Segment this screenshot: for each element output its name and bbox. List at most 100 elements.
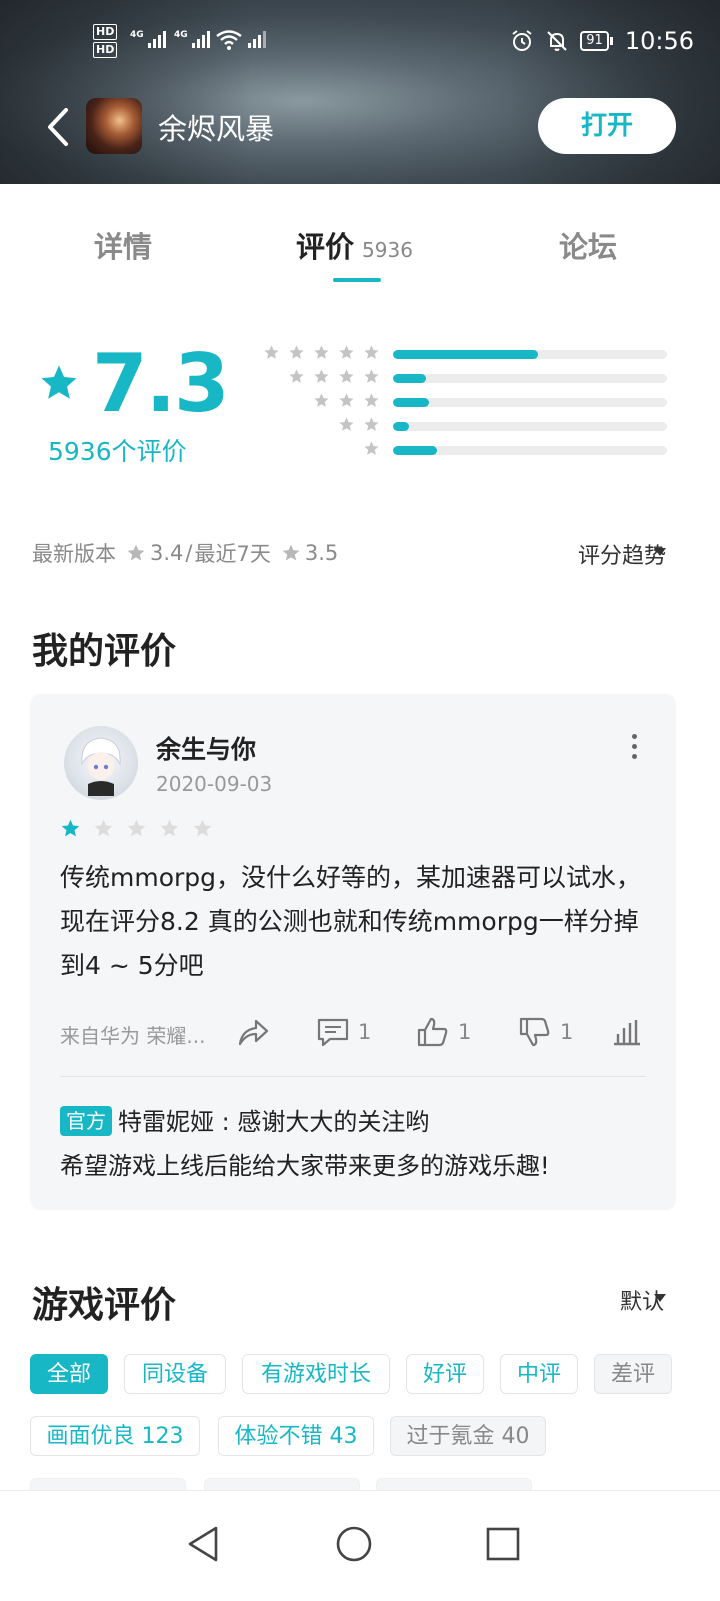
filter-positive[interactable]: 好评 [406, 1354, 484, 1394]
latest-version-score: 3.4 [150, 541, 184, 565]
distribution-bar [393, 422, 667, 431]
distribution-bar-fill [393, 374, 426, 383]
tab-details[interactable]: 详情 [94, 224, 152, 266]
review-text: 传统mmorpg，没什么好等的，某加速器可以试水，现在评分8.2 真的公测也就和… [60, 863, 642, 980]
caret-down-icon[interactable] [654, 548, 666, 556]
network-label-1: 4G [130, 30, 144, 40]
distribution-row-5 [250, 344, 670, 364]
nav-back-icon[interactable] [186, 1525, 220, 1563]
user-name[interactable]: 余生与你 [156, 730, 256, 766]
tab-reviews-count: 5936 [362, 238, 413, 262]
battery-level: 91 [580, 31, 609, 51]
more-vertical-icon[interactable] [630, 734, 638, 762]
tag-pay-to-win[interactable]: 过于氪金 40 [390, 1416, 546, 1456]
comment-icon [317, 1018, 349, 1047]
app-header: HD HD 4G 4G 91 10:56 余烬风暴 打开 [0, 0, 720, 184]
distribution-bar [393, 374, 667, 383]
my-review-card: 余生与你 2020-09-03 传统mmorpg，没什么好等的，某加速器可以试水… [30, 694, 676, 1210]
average-score: 7.3 [92, 337, 230, 430]
share-button[interactable] [236, 1016, 270, 1048]
star-icon [289, 345, 304, 359]
game-icon[interactable] [86, 98, 142, 154]
star-icon [94, 819, 113, 837]
official-reply: 官方 特雷妮娅 : 感谢大大的关注哟 希望游戏上线后能给大家带来更多的游戏乐趣! [60, 1100, 650, 1188]
nav-home-icon[interactable] [335, 1525, 373, 1563]
distribution-bar-fill [393, 446, 437, 455]
filter-has-playtime[interactable]: 有游戏时长 [242, 1354, 390, 1394]
hd-label-2: HD [93, 42, 117, 58]
star-icon [364, 369, 379, 383]
status-right: 91 10:56 [510, 27, 694, 55]
avatar-illustration [81, 737, 121, 796]
rating-trend-dropdown[interactable]: 评分趋势 [578, 538, 666, 570]
filter-same-device[interactable]: 同设备 [124, 1354, 226, 1394]
tab-forum[interactable]: 论坛 [559, 224, 617, 266]
distribution-bar-fill [393, 422, 410, 431]
distribution-row-2 [250, 416, 670, 436]
filter-negative[interactable]: 差评 [594, 1354, 672, 1394]
stats-button[interactable] [610, 1016, 644, 1048]
filter-neutral[interactable]: 中评 [500, 1354, 578, 1394]
star-icon [364, 417, 379, 431]
comment-count: 1 [358, 1020, 372, 1044]
review-count: 5936个评价 [48, 437, 187, 466]
star-icon [314, 393, 329, 407]
distribution-stars [313, 392, 380, 409]
caret-down-icon[interactable] [654, 1294, 666, 1302]
dislike-button[interactable]: 1 [518, 1016, 573, 1048]
avatar[interactable] [64, 726, 138, 800]
version-rating: 最新版本 3.4 / 最近7天 3.5 [32, 538, 338, 568]
latest-version-label: 最新版本 [32, 542, 116, 566]
signal-icon-3 [248, 30, 266, 48]
distribution-row-4 [250, 368, 670, 388]
card-divider [60, 1076, 646, 1077]
distribution-bar [393, 350, 667, 359]
tab-reviews-label: 评价 [296, 230, 355, 264]
mute-bell-icon [547, 31, 567, 51]
my-review-stars [60, 818, 213, 839]
filter-all[interactable]: 全部 [30, 1354, 108, 1394]
star-icon [314, 369, 329, 383]
distribution-row-3 [250, 392, 670, 412]
official-reply-line1: 特雷妮娅 : 感谢大大的关注哟 [118, 1108, 430, 1136]
like-button[interactable]: 1 [416, 1016, 471, 1048]
comment-button[interactable]: 1 [316, 1016, 371, 1048]
stats-icon [614, 1020, 640, 1046]
star-icon [289, 369, 304, 383]
game-reviews-title: 游戏评价 [32, 1285, 177, 1326]
star-icon [282, 544, 300, 561]
distribution-bar [393, 398, 667, 407]
star-icon [160, 819, 179, 837]
star-icon [61, 819, 80, 837]
recent-label: 最近7天 [194, 542, 271, 566]
official-badge: 官方 [60, 1106, 112, 1136]
star-icon [339, 345, 354, 359]
game-title: 余烬风暴 [158, 112, 275, 146]
signal-icon-2: 4G [174, 30, 210, 48]
distribution-bar [393, 446, 667, 455]
tab-details-label: 详情 [94, 230, 153, 264]
hd-label-1: HD [93, 24, 117, 40]
distribution-stars [288, 368, 380, 385]
network-label-2: 4G [174, 30, 188, 40]
device-source: 来自华为 荣耀... [60, 1024, 206, 1048]
distribution-bar-fill [393, 350, 539, 359]
battery-icon: 91 [580, 31, 613, 51]
back-arrow-icon[interactable] [44, 104, 84, 150]
share-icon [238, 1019, 269, 1046]
tag-experience[interactable]: 体验不错 43 [218, 1416, 374, 1456]
tab-forum-label: 论坛 [559, 230, 618, 264]
star-icon [364, 393, 379, 407]
app-nav: 余烬风暴 打开 [0, 96, 720, 158]
distribution-stars [263, 344, 380, 361]
my-review-title: 我的评价 [32, 631, 177, 672]
recent-score: 3.5 [304, 541, 339, 565]
review-date: 2020-09-03 [156, 772, 273, 796]
open-button[interactable]: 打开 [538, 98, 676, 154]
tag-graphics[interactable]: 画面优良 123 [30, 1416, 200, 1456]
star-icon [339, 369, 354, 383]
thumb-up-icon [417, 1017, 448, 1047]
nav-recents-icon[interactable] [486, 1525, 520, 1563]
distribution-stars [363, 440, 380, 457]
tab-reviews[interactable]: 评价 5936 [296, 224, 413, 266]
